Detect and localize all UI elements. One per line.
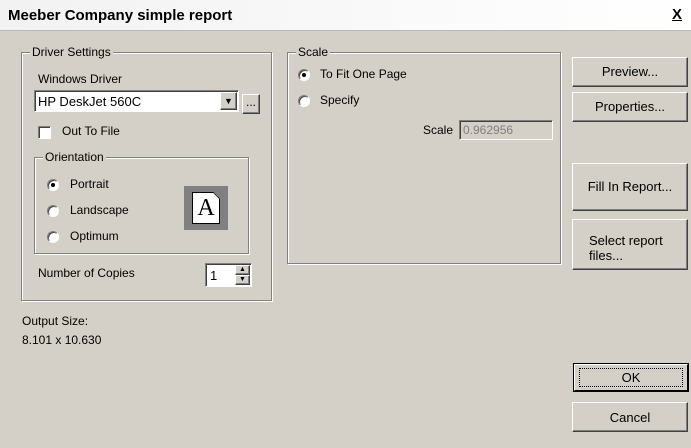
scale-group: Scale <box>287 45 561 264</box>
windows-driver-dropdown[interactable]: HP DeskJet 560C ▼ <box>34 90 239 112</box>
orientation-landscape-radio[interactable] <box>47 205 59 217</box>
scale-group-label: Scale <box>296 45 331 59</box>
ok-focus-rect <box>579 368 683 387</box>
cancel-button[interactable]: Cancel <box>572 402 688 432</box>
select-report-files-label-2: files... <box>589 248 623 263</box>
orientation-landscape-label: Landscape <box>70 203 129 217</box>
ellipsis-label: ... <box>245 95 256 109</box>
scale-specify-radio[interactable] <box>298 95 310 107</box>
output-size-label: Output Size: <box>22 314 89 328</box>
orientation-portrait-radio[interactable] <box>47 179 59 191</box>
orientation-label: Orientation <box>43 150 106 164</box>
fill-in-report-label: Fill In Report... <box>587 179 673 194</box>
copies-value: 1 <box>210 268 218 283</box>
driver-browse-button[interactable]: ... <box>242 94 260 114</box>
orientation-portrait-label: Portrait <box>70 177 109 191</box>
title-bar: Meeber Company simple report X <box>0 0 691 31</box>
chevron-down-icon[interactable]: ▼ <box>220 92 237 110</box>
window-title: Meeber Company simple report <box>8 7 233 24</box>
ok-button[interactable]: OK <box>573 363 689 392</box>
scale-fit-one-page-radio[interactable] <box>298 69 310 81</box>
orientation-optimum-radio[interactable] <box>47 231 59 243</box>
portrait-page-icon: A <box>184 186 228 230</box>
windows-driver-value: HP DeskJet 560C <box>38 94 142 109</box>
out-to-file-label: Out To File <box>62 124 120 138</box>
preview-button[interactable]: Preview... <box>572 57 688 87</box>
orientation-optimum-label: Optimum <box>70 229 119 243</box>
select-report-files-button[interactable]: Select report files... <box>572 219 688 270</box>
scale-value-input[interactable]: 0.962956 <box>459 120 553 140</box>
close-button[interactable]: X <box>669 7 685 24</box>
spin-down-icon[interactable]: ▼ <box>235 275 250 285</box>
number-of-copies-label: Number of Copies <box>38 266 135 280</box>
properties-label: Properties... <box>594 99 666 114</box>
scale-specify-label: Specify <box>320 93 360 107</box>
select-report-files-label-1: Select report <box>589 233 663 248</box>
fill-in-report-button[interactable]: Fill In Report... <box>572 163 688 211</box>
windows-driver-label: Windows Driver <box>38 72 123 86</box>
scale-value-text: 0.962956 <box>463 123 514 137</box>
scale-value-label: Scale <box>423 123 454 137</box>
output-size-value: 8.101 x 10.630 <box>22 333 102 347</box>
out-to-file-checkbox[interactable] <box>38 126 51 139</box>
spin-up-icon[interactable]: ▲ <box>235 265 250 275</box>
cancel-label: Cancel <box>609 410 651 425</box>
driver-settings-label: Driver Settings <box>30 45 113 59</box>
preview-label: Preview... <box>601 64 659 79</box>
page-letter-icon: A <box>192 192 220 224</box>
copies-spinner[interactable]: 1 ▲ ▼ <box>205 263 252 287</box>
scale-fit-one-page-label: To Fit One Page <box>320 67 407 81</box>
report-dialog: Meeber Company simple report X Driver Se… <box>0 0 691 448</box>
properties-button[interactable]: Properties... <box>572 92 688 122</box>
